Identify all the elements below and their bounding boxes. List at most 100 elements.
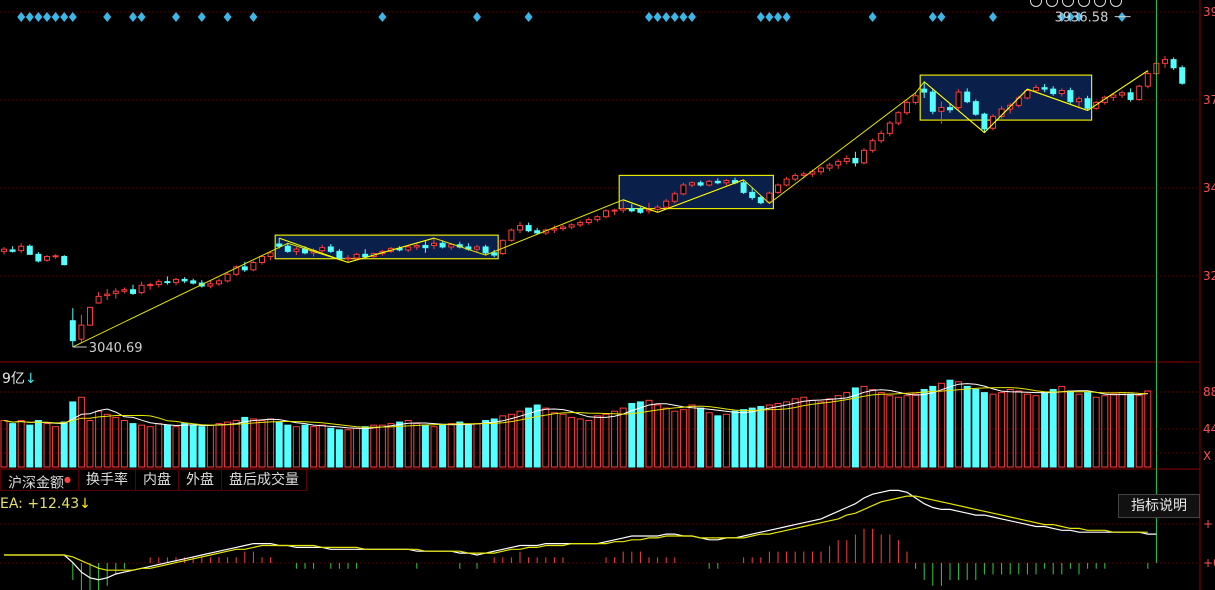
signal-diamond (17, 12, 26, 22)
candle-body (740, 182, 747, 193)
candle-body (620, 208, 627, 211)
volume-bar (774, 402, 782, 468)
indicator-explain-button[interactable]: 指标说明 (1118, 494, 1200, 518)
candle-body (18, 245, 25, 252)
volume-bar (292, 426, 300, 468)
volume-bar (585, 420, 593, 468)
macd-axis-tick: +0 (1203, 556, 1215, 570)
candle-body (1162, 59, 1168, 64)
candle-body (843, 157, 850, 162)
candle-body (534, 230, 541, 234)
tab-inner-volume[interactable]: 内盘 (135, 469, 179, 491)
candle-body (327, 246, 334, 252)
candle-body (207, 283, 214, 287)
candle-body (947, 107, 953, 111)
candle-body (749, 191, 756, 199)
volume-bar (396, 421, 404, 468)
dot-icon: ● (64, 475, 71, 484)
candle-body (861, 149, 867, 164)
candle-body (972, 101, 979, 115)
volume-bar (533, 404, 541, 468)
candle-body (224, 273, 231, 282)
volume-bar (550, 412, 558, 468)
volume-bar (611, 410, 619, 468)
candle-body (835, 160, 842, 166)
candle-body (69, 320, 76, 342)
candle-body (560, 226, 566, 230)
tab-after-hours-volume[interactable]: 盘后成交量 (221, 469, 307, 491)
signal-diamond (937, 12, 946, 22)
volume-bar (757, 406, 765, 468)
signal-diamond (756, 12, 765, 22)
volume-bar (258, 420, 266, 468)
volume-bar (198, 426, 206, 468)
tab-label: 沪深金额 (8, 475, 64, 492)
candle-body (981, 113, 988, 130)
zoom-out-icon[interactable] (1110, 0, 1122, 7)
chart-toolbar (1030, 0, 1122, 10)
candle-body (964, 91, 971, 103)
volume-bar (69, 401, 77, 468)
candle-body (671, 193, 678, 202)
volume-bar (1101, 395, 1109, 468)
candle-body (276, 243, 283, 247)
volume-bar (155, 423, 163, 468)
candle-body (130, 289, 136, 294)
volume-bar (645, 399, 653, 468)
volume-bar (980, 392, 988, 468)
candle-body (585, 219, 592, 224)
volume-bar (43, 423, 51, 468)
volume-bar (138, 424, 146, 468)
price-axis-tick: 39 (1203, 5, 1215, 19)
hand-tool-icon[interactable] (1046, 0, 1058, 7)
volume-bar (353, 427, 361, 468)
volume-bar (602, 413, 610, 468)
candle-body (9, 249, 16, 252)
candle-body (78, 324, 85, 340)
tab-outer-volume[interactable]: 外盘 (178, 469, 222, 491)
zigzag-boxes (274, 74, 1093, 260)
candle-body (250, 261, 257, 271)
zoom-in-icon[interactable] (1094, 0, 1106, 7)
volume-bar (482, 420, 490, 468)
candle-body (1136, 85, 1143, 100)
chart-canvas[interactable]: 39 37 34 32 88 44 X + +0 3040.69 3936.58 (0, 0, 1215, 590)
candle-body (95, 295, 102, 304)
candle-body (345, 257, 351, 260)
macd-axis-tick: + (1203, 517, 1213, 531)
volume-bar (103, 413, 111, 468)
volume-bar (0, 420, 8, 468)
candle-body (439, 242, 446, 248)
volume-bar (430, 426, 438, 468)
volume-bar (783, 401, 791, 468)
candle-body (723, 180, 730, 184)
candle-body (336, 250, 343, 260)
volume-bar (310, 426, 318, 468)
candle-body (663, 200, 670, 208)
signal-diamond (223, 12, 232, 22)
volume-bar (955, 381, 963, 468)
crosshair-icon[interactable] (1062, 0, 1074, 7)
volume-bar (946, 379, 954, 468)
volume-bar (1109, 393, 1117, 468)
volume-bar (1032, 395, 1040, 468)
volume-bar (490, 418, 498, 468)
volume-bar (95, 410, 103, 468)
volume-bar (662, 407, 670, 468)
draw-tool-icon[interactable] (1030, 0, 1042, 7)
volume-bar (1023, 393, 1031, 468)
candle-body (577, 222, 584, 226)
volume-axis-tick: 88 (1203, 385, 1215, 399)
candle-body (155, 281, 162, 286)
restore-icon[interactable] (1078, 0, 1090, 7)
signal-diamond (774, 12, 782, 22)
candle-body (551, 228, 558, 231)
tab-turnover-rate[interactable]: 换手率 (78, 469, 136, 491)
tab-turnover-amount[interactable]: 沪深金额● (0, 469, 79, 492)
candle-body (852, 157, 859, 164)
volume-bar (1084, 392, 1092, 468)
macd-label-text: EA: +12.43 (0, 496, 80, 512)
signal-diamond (782, 12, 791, 22)
volume-bar (688, 404, 696, 468)
volume-bar (370, 424, 378, 468)
